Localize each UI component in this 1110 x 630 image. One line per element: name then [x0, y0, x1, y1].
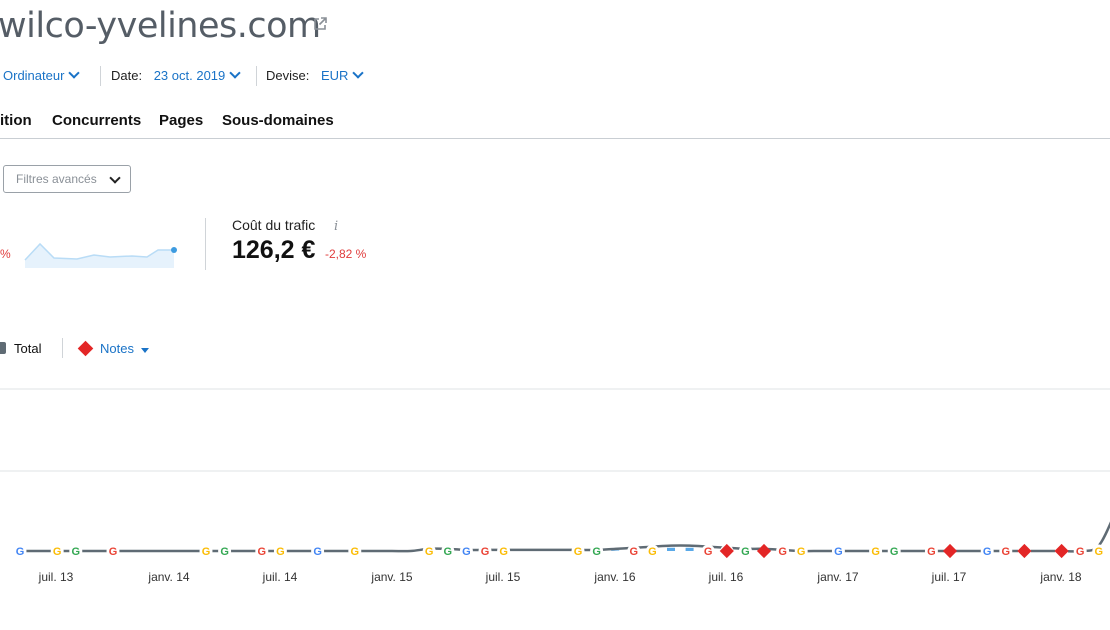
google-update-marker: G — [313, 546, 322, 558]
x-tick-label: juil. 17 — [931, 570, 967, 584]
google-update-marker: G — [109, 546, 118, 558]
total-line — [19, 521, 1110, 553]
divider — [100, 66, 101, 86]
google-update-marker: G — [425, 546, 434, 558]
google-update-marker: G — [1076, 546, 1085, 558]
advanced-filters-button[interactable]: Filtres avancés — [3, 165, 131, 193]
currency-value: EUR — [320, 68, 349, 83]
google-update-marker: G — [276, 546, 285, 558]
advanced-filters-label: Filtres avancés — [16, 172, 97, 186]
date-label: Date: — [111, 68, 143, 83]
google-update-marker: G — [741, 546, 750, 558]
date-value: 23 oct. 2019 — [153, 68, 226, 83]
google-update-marker: G — [72, 546, 81, 558]
note-marker — [942, 543, 958, 559]
google-update-marker: G — [462, 546, 471, 558]
tabs-divider — [0, 138, 1110, 139]
bar-segment-light — [685, 547, 694, 551]
currency-select[interactable]: Devise: EUR — [266, 66, 365, 86]
metric-delta-previous: % — [0, 247, 11, 261]
chevron-down-icon — [229, 67, 241, 79]
google-update-marker: G — [871, 546, 880, 558]
tab-concurrents[interactable]: Concurrents — [52, 112, 141, 129]
google-update-marker: G — [1095, 546, 1104, 558]
traffic-cost-label: Coût du trafic — [232, 217, 316, 233]
note-diamond-icon — [77, 340, 94, 357]
info-icon[interactable]: i — [334, 219, 338, 234]
x-tick-label: janv. 14 — [147, 570, 189, 584]
google-update-marker: G — [592, 546, 601, 558]
google-update-marker: G — [481, 546, 490, 558]
tab-sous-domaines[interactable]: Sous-domaines — [222, 112, 334, 129]
trend-sparkline — [24, 242, 177, 268]
x-tick-label: juil. 14 — [262, 570, 298, 584]
device-value: Ordinateur — [3, 68, 65, 83]
bar-segment-light — [611, 550, 620, 551]
google-update-marker: G — [499, 546, 508, 558]
google-update-marker: G — [351, 546, 360, 558]
google-update-marker: G — [574, 546, 583, 558]
google-update-marker: G — [444, 546, 453, 558]
google-update-marker: G — [53, 546, 62, 558]
site-title: wilco-yvelines.com — [0, 6, 321, 46]
divider — [256, 66, 257, 86]
google-update-marker: G — [1002, 546, 1011, 558]
google-update-marker: G — [797, 546, 806, 558]
traffic-cost-delta: -2,82 % — [325, 247, 367, 261]
traffic-cost-value: 126,2 € — [232, 236, 316, 264]
date-select[interactable]: Date: 23 oct. 2019 — [111, 66, 241, 86]
tab-pages[interactable]: Pages — [159, 112, 203, 129]
x-tick-label: janv. 15 — [370, 570, 412, 584]
legend-divider — [62, 338, 63, 358]
x-tick-label: juil. 13 — [38, 570, 74, 584]
currency-label: Devise: — [266, 68, 310, 83]
x-tick-label: janv. 18 — [1039, 570, 1081, 584]
bar-segment-light — [667, 547, 675, 551]
google-update-marker: G — [648, 546, 657, 558]
notes-dropdown[interactable]: Notes — [100, 341, 134, 356]
x-tick-label: juil. 16 — [708, 570, 744, 584]
chevron-down-icon — [109, 172, 121, 184]
caret-down-icon[interactable] — [141, 348, 149, 353]
google-update-marker: G — [16, 546, 25, 558]
google-update-marker: G — [927, 546, 936, 558]
total-checkbox-icon[interactable] — [0, 342, 6, 354]
traffic-chart: GGGGGGGGGGGGGGGGGGGGGGGGGGGGGGGGGGGGGGGG… — [0, 388, 1110, 584]
google-update-marker: G — [778, 546, 787, 558]
chevron-down-icon — [352, 67, 365, 79]
google-update-marker: G — [220, 546, 229, 558]
legend-total-label: Total — [14, 341, 42, 356]
x-tick-label: juil. 15 — [485, 570, 521, 584]
x-tick-label: janv. 16 — [593, 570, 635, 584]
google-update-marker: G — [258, 546, 267, 558]
tab-position[interactable]: ition — [0, 112, 32, 129]
x-tick-label: janv. 17 — [816, 570, 858, 584]
external-link-icon[interactable] — [312, 16, 328, 32]
device-select[interactable]: Ordinateur — [3, 66, 81, 86]
google-update-marker: G — [704, 546, 713, 558]
google-update-marker: G — [834, 546, 843, 558]
google-update-marker: G — [983, 546, 992, 558]
note-marker — [756, 543, 772, 559]
google-update-marker: G — [890, 546, 899, 558]
chevron-down-icon — [68, 67, 81, 79]
google-update-marker: G — [630, 546, 639, 558]
metric-divider — [205, 218, 206, 270]
google-update-marker: G — [202, 546, 211, 558]
